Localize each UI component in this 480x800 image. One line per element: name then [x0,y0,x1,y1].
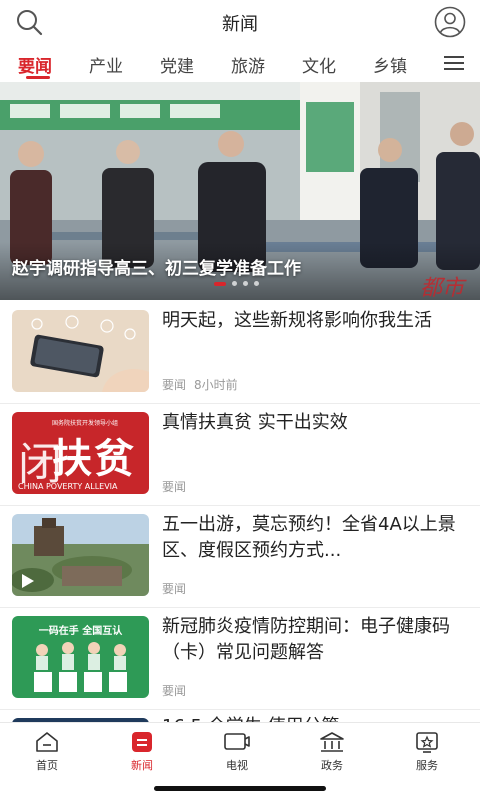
home-indicator[interactable] [154,786,326,791]
nav-service[interactable]: 服务 [397,731,457,773]
nav-tv[interactable]: 电视 [207,731,267,773]
news-category: 要闻 [162,582,187,596]
tv-icon [224,733,250,750]
tab-yaowen[interactable]: 要闻 [18,52,52,77]
headline-banner[interactable]: 赵宇调研指导高三、初三复学准备工作 都市 [0,82,480,300]
banner-caption: 赵宇调研指导高三、初三复学准备工作 [12,259,301,279]
news-title: 五一出游，莫忘预约！全省4A以上景区、度假区预约方式... [162,514,456,561]
service-icon [416,732,438,753]
news-meta: 要闻 [162,478,194,495]
hamburger-icon[interactable] [442,54,466,72]
carousel-dot [232,281,237,286]
thumbnail-caption-bottom: CHINA POVERTY ALLEVIA [18,482,118,491]
news-item[interactable]: 一码在手 全国互认 新冠肺炎疫情防控期间：电子健康码（卡）常见问题解答 要闻 [0,608,480,710]
nav-label: 电视 [226,759,248,772]
health-code-illustration [34,642,127,692]
news-title: 新冠肺炎疫情防控期间：电子健康码（卡）常见问题解答 [162,616,450,663]
tab-lvyou[interactable]: 旅游 [231,52,265,77]
nav-news[interactable]: 新闻 [112,731,172,773]
tab-wenhua[interactable]: 文化 [302,52,336,77]
government-icon [320,732,344,752]
carousel-dot-active [214,281,226,286]
news-thumbnail [12,514,149,596]
thumbnail-text: 扶贫 [52,436,136,482]
carousel-indicator [214,281,259,286]
news-thumbnail [12,310,149,392]
news-item[interactable]: 五一出游，莫忘预约！全省4A以上景区、度假区预约方式... 要闻 [0,506,480,608]
top-header: 新闻 [0,0,480,44]
news-category: 要闻 [162,684,187,698]
category-tabs: 要闻 产业 党建 旅游 文化 乡镇 [0,44,480,82]
news-item[interactable]: 国务院扶贫开发领导小组 扶贫 闭 CHINA POVERTY ALLEVIA 真… [0,404,480,506]
news-category: 要闻 [162,378,187,392]
nav-label: 新闻 [131,759,153,772]
news-category: 要闻 [162,480,187,494]
news-meta: 要闻 [162,682,194,699]
news-meta: 要闻 [162,580,194,597]
carousel-dot [254,281,259,286]
active-tab-indicator [26,76,50,79]
news-thumbnail: 国务院扶贫开发领导小组 扶贫 闭 CHINA POVERTY ALLEVIA [12,412,149,494]
news-meta: 要闻 8小时前 [162,376,246,393]
tab-xiangzhen[interactable]: 乡镇 [373,52,407,77]
news-icon [132,732,152,752]
user-icon[interactable] [434,6,466,38]
nav-label: 服务 [416,759,438,772]
news-time: 8小时前 [194,378,238,392]
nav-government[interactable]: 政务 [302,731,362,773]
bottom-navigation: 首页 新闻 电视 政务 服务 [0,722,480,780]
tab-chanye[interactable]: 产业 [89,52,123,77]
banner-watermark: 都市 [419,276,464,300]
nav-label: 首页 [36,759,58,772]
nav-home[interactable]: 首页 [17,731,77,773]
nav-label: 政务 [321,759,343,772]
news-thumbnail: 一码在手 全国互认 [12,616,149,698]
page-title: 新闻 [222,14,258,35]
news-title: 明天起，这些新规将影响你我生活 [162,310,432,331]
news-title: 真情扶真贫 实干出实效 [162,412,348,433]
news-item[interactable]: 明天起，这些新规将影响你我生活 要闻 8小时前 [0,302,480,404]
carousel-dot [243,281,248,286]
home-icon [36,732,58,752]
tab-dangjian[interactable]: 党建 [160,52,194,77]
